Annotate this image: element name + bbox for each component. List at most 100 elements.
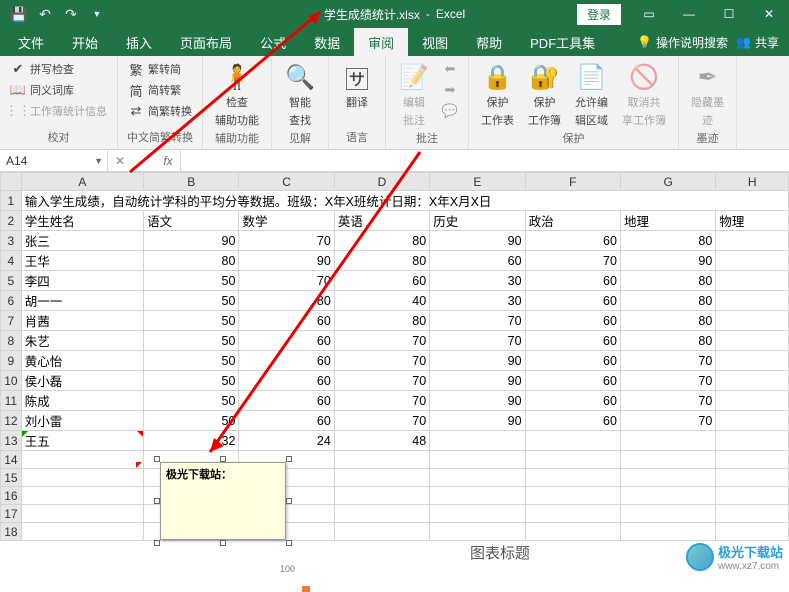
cell[interactable]: 70 (334, 331, 429, 351)
col-header[interactable]: F (525, 173, 620, 191)
formula-input[interactable] (181, 150, 789, 171)
close-icon[interactable]: ✕ (749, 0, 789, 28)
tab-formula[interactable]: 公式 (246, 28, 300, 56)
cell[interactable] (21, 469, 143, 487)
cell[interactable]: 60 (525, 271, 620, 291)
cell[interactable]: 60 (430, 251, 525, 271)
select-all-corner[interactable] (1, 173, 22, 191)
cell[interactable]: 90 (430, 391, 525, 411)
cell[interactable] (716, 451, 789, 469)
spell-check-button[interactable]: ✔拼写检查 (8, 60, 109, 78)
cell[interactable] (716, 431, 789, 451)
cell[interactable] (430, 505, 525, 523)
chart-title[interactable]: 图表标题 (470, 542, 530, 563)
cell[interactable]: 70 (620, 371, 715, 391)
col-header[interactable]: G (620, 173, 715, 191)
row-header[interactable]: 13 (1, 431, 22, 451)
qat-dropdown-icon[interactable]: ▼ (86, 3, 108, 25)
workbook-stats-button[interactable]: ⋮⋮工作簿统计信息 (8, 102, 109, 120)
cell[interactable] (620, 487, 715, 505)
cell[interactable]: 胡一一 (21, 291, 143, 311)
cell[interactable] (716, 411, 789, 431)
cell[interactable]: 60 (525, 291, 620, 311)
cell[interactable]: 80 (334, 311, 429, 331)
cell[interactable]: 80 (620, 271, 715, 291)
cell[interactable]: 80 (334, 231, 429, 251)
row-header[interactable]: 12 (1, 411, 22, 431)
cell[interactable]: 王华 (21, 251, 143, 271)
cell[interactable]: 60 (525, 411, 620, 431)
col-header[interactable]: A (21, 173, 143, 191)
cell[interactable] (525, 523, 620, 541)
cell[interactable]: 24 (239, 431, 334, 451)
cell[interactable] (716, 371, 789, 391)
cell[interactable]: 地理 (620, 211, 715, 231)
cell[interactable]: 90 (430, 371, 525, 391)
col-header[interactable]: D (334, 173, 429, 191)
cell[interactable] (525, 487, 620, 505)
cell[interactable]: 60 (334, 271, 429, 291)
undo-icon[interactable]: ↶ (34, 3, 56, 25)
cell-comment[interactable]: 极光下载站： (160, 462, 286, 540)
cell[interactable]: 60 (239, 311, 334, 331)
cell[interactable]: 50 (144, 271, 239, 291)
next-comment-button[interactable]: ➡ (440, 81, 460, 99)
cell[interactable] (430, 431, 525, 451)
cell[interactable]: 90 (144, 231, 239, 251)
cell[interactable]: 70 (620, 391, 715, 411)
cell[interactable]: 陈成 (21, 391, 143, 411)
cell[interactable] (716, 391, 789, 411)
cell[interactable]: 60 (525, 351, 620, 371)
tab-insert[interactable]: 插入 (112, 28, 166, 56)
namebox-dropdown-icon[interactable]: ▼ (90, 156, 107, 166)
cell[interactable] (334, 505, 429, 523)
cell[interactable]: 70 (334, 351, 429, 371)
cell[interactable]: 70 (430, 331, 525, 351)
cell[interactable]: 90 (430, 231, 525, 251)
cell[interactable] (716, 351, 789, 371)
tell-me-search[interactable]: 💡 操作说明搜索 (637, 34, 728, 51)
cell[interactable]: 朱艺 (21, 331, 143, 351)
row-header[interactable]: 2 (1, 211, 22, 231)
col-header[interactable]: B (144, 173, 239, 191)
cell[interactable] (430, 469, 525, 487)
cell[interactable]: 张三 (21, 231, 143, 251)
cell[interactable]: 英语 (334, 211, 429, 231)
cell[interactable] (620, 451, 715, 469)
fx-icon[interactable]: fx (156, 154, 180, 168)
cell[interactable]: 60 (525, 231, 620, 251)
cell[interactable]: 80 (334, 251, 429, 271)
row-header[interactable]: 1 (1, 191, 22, 211)
check-accessibility-button[interactable]: 🧍 检查 辅助功能 (211, 60, 263, 130)
cell[interactable]: 60 (239, 331, 334, 351)
login-button[interactable]: 登录 (577, 4, 621, 25)
cell[interactable] (525, 431, 620, 451)
cell[interactable]: 90 (239, 251, 334, 271)
row-header[interactable]: 9 (1, 351, 22, 371)
cell[interactable]: 30 (430, 271, 525, 291)
cell[interactable] (334, 451, 429, 469)
enter-formula-icon[interactable]: ✓ (132, 154, 156, 168)
cell[interactable]: 60 (525, 311, 620, 331)
cell[interactable]: 50 (144, 331, 239, 351)
row-header[interactable]: 3 (1, 231, 22, 251)
cell[interactable]: 70 (334, 371, 429, 391)
cell[interactable] (716, 523, 789, 541)
protect-workbook-button[interactable]: 🔐保护工作簿 (524, 60, 565, 130)
cell[interactable] (525, 505, 620, 523)
cell[interactable]: 政治 (525, 211, 620, 231)
cell[interactable]: 李四 (21, 271, 143, 291)
cell[interactable] (21, 451, 143, 469)
spreadsheet-grid[interactable]: A B C D E F G H 1输入学生成绩，自动统计学科的平均分等数据。班级… (0, 172, 789, 541)
cell[interactable] (620, 469, 715, 487)
tab-review[interactable]: 审阅 (354, 28, 408, 56)
cell[interactable] (620, 431, 715, 451)
tab-layout[interactable]: 页面布局 (166, 28, 246, 56)
show-comment-button[interactable]: 💬 (440, 102, 460, 120)
cell[interactable] (620, 523, 715, 541)
tab-view[interactable]: 视图 (408, 28, 462, 56)
row-header[interactable]: 18 (1, 523, 22, 541)
cell[interactable]: 70 (239, 271, 334, 291)
trad-to-simp-button[interactable]: 繁繁转简 (126, 60, 194, 78)
cell[interactable]: 70 (239, 231, 334, 251)
